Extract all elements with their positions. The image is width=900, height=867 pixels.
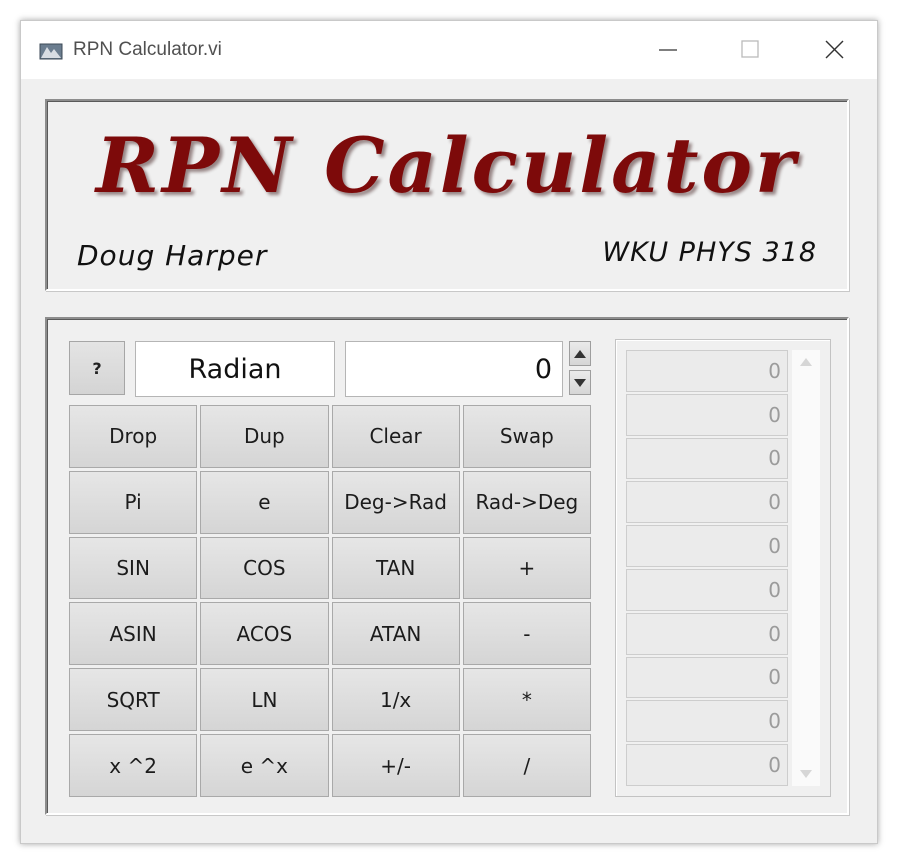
banner-title: RPN Calculator	[95, 121, 799, 210]
window-title: RPN Calculator.vi	[73, 39, 222, 60]
stack-cell: 0	[626, 481, 788, 524]
stack-cell: 0	[626, 700, 788, 743]
keypad: Drop Dup Clear Swap Pi e Deg->Rad Rad->D…	[69, 405, 591, 797]
subtract-button[interactable]: -	[462, 602, 591, 666]
stack-scrollbar[interactable]	[792, 350, 820, 786]
minimize-icon[interactable]	[645, 31, 691, 69]
course-label: WKU PHYS 318	[602, 237, 817, 268]
triangle-up-icon	[574, 349, 586, 358]
increment-button[interactable]	[569, 341, 591, 366]
clear-button[interactable]: Clear	[331, 405, 460, 468]
help-button[interactable]: ?	[69, 341, 125, 395]
negate-button[interactable]: +/-	[331, 734, 460, 797]
square-button[interactable]: x ^2	[69, 734, 198, 797]
drop-button[interactable]: Drop	[69, 405, 198, 468]
decrement-button[interactable]	[569, 370, 591, 395]
author-label: Doug Harper	[77, 239, 268, 272]
add-button[interactable]: +	[462, 536, 591, 600]
swap-button[interactable]: Swap	[462, 405, 591, 468]
triangle-down-icon	[574, 378, 586, 387]
e-button[interactable]: e	[200, 470, 329, 534]
atan-button[interactable]: ATAN	[331, 602, 460, 666]
stack-cell: 0	[626, 437, 788, 480]
entry-numeric-field[interactable]: 0	[345, 341, 563, 397]
title-bar: RPN Calculator.vi	[21, 21, 877, 79]
scroll-down-icon[interactable]	[800, 770, 812, 778]
app-window: RPN Calculator.vi RPN Calculator Doug Ha…	[20, 20, 878, 844]
stack-display: 0 0 0 0 0 0 0 0 0 0	[615, 339, 831, 797]
labview-vi-icon	[39, 43, 63, 60]
stack-cell: 0	[626, 568, 788, 611]
pi-button[interactable]: Pi	[69, 470, 198, 534]
scroll-up-icon[interactable]	[800, 358, 812, 366]
title-banner: RPN Calculator Doug Harper WKU PHYS 318	[45, 99, 849, 291]
sin-button[interactable]: SIN	[69, 536, 198, 600]
rad-to-deg-button[interactable]: Rad->Deg	[462, 470, 591, 534]
stack-cell: 0	[626, 612, 788, 655]
stack-cell: 0	[626, 744, 788, 786]
multiply-button[interactable]: *	[462, 668, 591, 732]
calculator-panel: ? Radian 0 Drop Dup Clear Swap Pi e Deg-…	[45, 317, 849, 815]
deg-to-rad-button[interactable]: Deg->Rad	[331, 470, 460, 534]
cos-button[interactable]: COS	[200, 536, 329, 600]
stack-list: 0 0 0 0 0 0 0 0 0 0	[626, 350, 788, 786]
sqrt-button[interactable]: SQRT	[69, 668, 198, 732]
acos-button[interactable]: ACOS	[200, 602, 329, 666]
tan-button[interactable]: TAN	[331, 536, 460, 600]
stack-cell: 0	[626, 525, 788, 567]
reciprocal-button[interactable]: 1/x	[331, 668, 460, 732]
ln-button[interactable]: LN	[200, 668, 329, 732]
close-icon[interactable]	[811, 31, 857, 69]
dup-button[interactable]: Dup	[200, 405, 329, 468]
maximize-icon[interactable]	[727, 31, 773, 69]
angle-mode-display[interactable]: Radian	[135, 341, 335, 397]
stack-cell: 0	[626, 656, 788, 699]
asin-button[interactable]: ASIN	[69, 602, 198, 666]
exp-button[interactable]: e ^x	[200, 734, 329, 797]
stack-cell: 0	[626, 350, 788, 392]
divide-button[interactable]: /	[462, 734, 591, 797]
stack-cell: 0	[626, 393, 788, 436]
